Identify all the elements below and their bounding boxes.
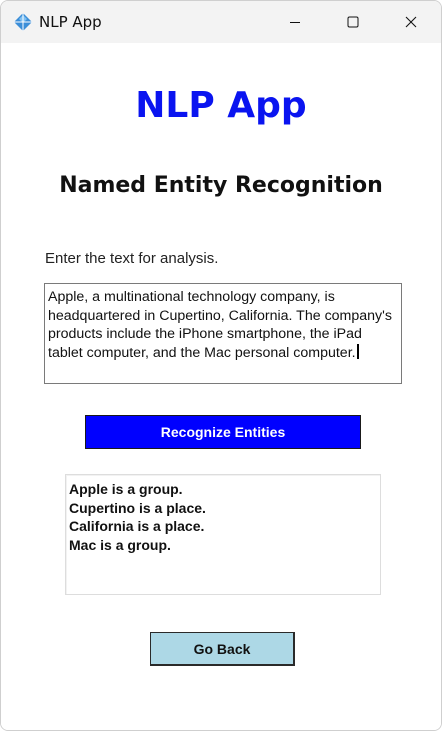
title-bar[interactable]: NLP App	[1, 1, 441, 43]
content-area: NLP App Named Entity Recognition Enter t…	[1, 43, 441, 730]
app-title: NLP App	[135, 85, 307, 126]
result-line: Cupertino is a place.	[69, 499, 206, 516]
recognize-entities-button[interactable]: Recognize Entities	[85, 415, 361, 449]
results-text-area[interactable]: Apple is a group. Cupertino is a place. …	[65, 474, 381, 595]
app-window: NLP App NLP App Named Entity Recognition…	[0, 0, 442, 731]
minimize-icon	[290, 22, 300, 23]
maximize-icon	[347, 16, 359, 28]
app-icon	[14, 13, 32, 31]
result-line: Mac is a group.	[69, 536, 171, 553]
minimize-button[interactable]	[266, 1, 324, 43]
result-line: Apple is a group.	[69, 481, 183, 497]
analysis-text-input[interactable]: Apple, a multinational technology compan…	[44, 283, 402, 384]
maximize-button[interactable]	[324, 1, 382, 43]
window-title: NLP App	[39, 13, 102, 31]
close-icon	[405, 16, 417, 28]
input-prompt-label: Enter the text for analysis.	[45, 250, 219, 267]
text-cursor	[356, 343, 359, 359]
close-button[interactable]	[382, 1, 440, 43]
go-back-button[interactable]: Go Back	[150, 632, 295, 666]
section-title: Named Entity Recognition	[59, 173, 383, 198]
analysis-text-value: Apple, a multinational technology compan…	[48, 289, 396, 361]
result-line: California is a place.	[69, 518, 205, 534]
